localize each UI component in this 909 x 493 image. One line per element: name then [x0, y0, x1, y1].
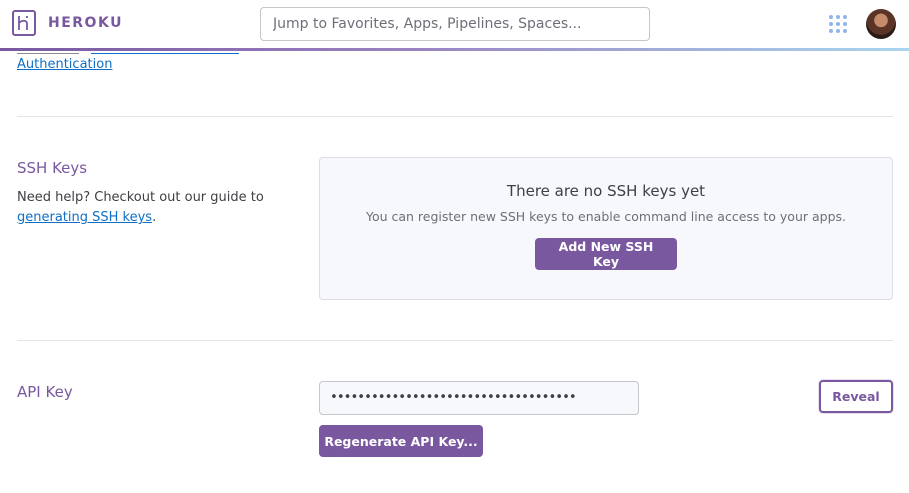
reveal-api-key-button[interactable]: Reveal — [819, 380, 893, 413]
top-nav: HEROKU — [0, 0, 909, 48]
search-input[interactable] — [260, 7, 650, 41]
authentication-link[interactable]: Authentication — [17, 57, 112, 72]
add-ssh-key-button[interactable]: Add New SSH Key — [535, 238, 677, 270]
ssh-empty-title: There are no SSH keys yet — [506, 182, 706, 200]
apps-grid-icon[interactable] — [829, 15, 847, 33]
brand-name[interactable]: HEROKU — [48, 15, 123, 31]
ssh-help-text: Need help? Checkout out our guide to gen… — [17, 188, 287, 228]
ssh-keys-empty-panel: There are no SSH keys yet You can regist… — [319, 157, 893, 300]
section-divider — [17, 116, 893, 117]
account-settings-page: HEROKU Authentication SSH Keys Need help… — [0, 0, 909, 493]
regenerate-api-key-button[interactable]: Regenerate API Key... — [319, 425, 483, 457]
heroku-logo-icon[interactable] — [12, 10, 36, 36]
ssh-help-suffix: . — [152, 210, 157, 225]
api-key-title: API Key — [17, 383, 73, 401]
ssh-empty-subtitle: You can register new SSH keys to enable … — [365, 209, 847, 224]
clipped-previous-line — [17, 50, 239, 54]
api-key-field[interactable]: •••••••••••••••••••••••••••••••••••• — [319, 381, 639, 415]
ssh-help-prefix: Need help? Checkout out our guide to — [17, 190, 264, 205]
generating-ssh-keys-link[interactable]: generating SSH keys — [17, 210, 152, 225]
avatar[interactable] — [866, 9, 896, 39]
section-divider — [17, 340, 893, 341]
ssh-keys-title: SSH Keys — [17, 159, 88, 177]
